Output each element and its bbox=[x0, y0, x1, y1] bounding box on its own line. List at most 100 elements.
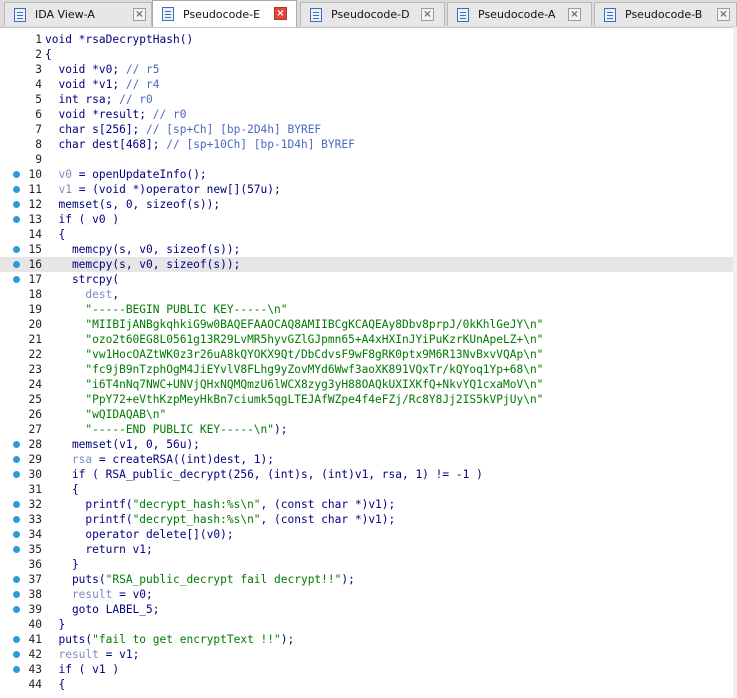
code-line[interactable]: 16 memcpy(s, v0, sizeof(s)); bbox=[0, 257, 737, 272]
code-text[interactable]: puts("fail to get encryptText !!"); bbox=[45, 632, 294, 647]
code-line[interactable]: 35 return v1; bbox=[0, 542, 737, 557]
code-text[interactable]: int rsa; // r0 bbox=[45, 92, 152, 107]
code-line[interactable]: 24 "i6T4nNq7NWC+UNVjQHxNQMQmzU6lWCX8zyg3… bbox=[0, 377, 737, 392]
breakpoint-marker-icon[interactable] bbox=[13, 261, 20, 268]
code-line[interactable]: 27 "-----END PUBLIC KEY-----\n"); bbox=[0, 422, 737, 437]
close-icon[interactable]: × bbox=[717, 8, 730, 21]
breakpoint-marker-icon[interactable] bbox=[13, 591, 20, 598]
code-text[interactable]: "MIIBIjANBgkqhkiG9w0BAQEFAAOCAQ8AMIIBCgK… bbox=[45, 317, 543, 332]
code-line[interactable]: 17 strcpy( bbox=[0, 272, 737, 287]
code-text[interactable]: memcpy(s, v0, sizeof(s)); bbox=[45, 257, 240, 272]
pseudocode-view[interactable]: 1 void *rsaDecryptHash() 2{3 void *v0; // … bbox=[0, 27, 737, 698]
code-line[interactable]: 3 void *v0; // r5 bbox=[0, 62, 737, 77]
code-line[interactable]: 15 memcpy(s, v0, sizeof(s)); bbox=[0, 242, 737, 257]
code-line[interactable]: 23 "fc9jB9nTzphOgM4JiEYvlV8FLhg9yZovMYd6… bbox=[0, 362, 737, 377]
code-line[interactable]: 5 int rsa; // r0 bbox=[0, 92, 737, 107]
code-line[interactable]: 21 "ozo2t60EG8L0561g13R29LvMR5hyvGZlGJpm… bbox=[0, 332, 737, 347]
code-line[interactable]: 18 dest, bbox=[0, 287, 737, 302]
code-text[interactable]: char dest[468]; // [sp+10Ch] [bp-1D4h] B… bbox=[45, 137, 354, 152]
code-text[interactable]: void *v1; // r4 bbox=[45, 77, 159, 92]
code-line[interactable]: 34 operator delete[](v0); bbox=[0, 527, 737, 542]
code-line[interactable]: 31 { bbox=[0, 482, 737, 497]
code-text[interactable]: "wQIDAQAB\n" bbox=[45, 407, 166, 422]
breakpoint-marker-icon[interactable] bbox=[13, 201, 20, 208]
code-text[interactable]: { bbox=[45, 47, 52, 62]
code-line[interactable]: 8 char dest[468]; // [sp+10Ch] [bp-1D4h]… bbox=[0, 137, 737, 152]
code-line[interactable]: 40 } bbox=[0, 617, 737, 632]
code-line[interactable]: 33 printf("decrypt_hash:%s\n", (const ch… bbox=[0, 512, 737, 527]
code-text[interactable]: if ( v0 ) bbox=[45, 212, 119, 227]
tab-pseudocode-d[interactable]: Pseudocode-D × bbox=[300, 2, 445, 26]
code-text[interactable]: "-----BEGIN PUBLIC KEY-----\n" bbox=[45, 302, 287, 317]
breakpoint-marker-icon[interactable] bbox=[13, 186, 20, 193]
vertical-scrollbar[interactable] bbox=[733, 27, 737, 698]
close-icon[interactable]: × bbox=[133, 8, 146, 21]
breakpoint-marker-icon[interactable] bbox=[13, 606, 20, 613]
code-line[interactable]: 28 memset(v1, 0, 56u); bbox=[0, 437, 737, 452]
code-line[interactable]: 10 v0 = openUpdateInfo(); bbox=[0, 167, 737, 182]
code-text[interactable]: void *rsaDecryptHash() bbox=[45, 32, 193, 47]
close-icon[interactable]: × bbox=[421, 8, 434, 21]
breakpoint-marker-icon[interactable] bbox=[13, 516, 20, 523]
breakpoint-marker-icon[interactable] bbox=[13, 531, 20, 538]
code-line[interactable]: 41 puts("fail to get encryptText !!"); bbox=[0, 632, 737, 647]
code-line[interactable]: 14 { bbox=[0, 227, 737, 242]
code-line[interactable]: 20 "MIIBIjANBgkqhkiG9w0BAQEFAAOCAQ8AMIIB… bbox=[0, 317, 737, 332]
tab-pseudocode-b[interactable]: Pseudocode-B × bbox=[594, 2, 737, 26]
breakpoint-marker-icon[interactable] bbox=[13, 456, 20, 463]
code-line[interactable]: 43 if ( v1 ) bbox=[0, 662, 737, 677]
code-text[interactable]: printf("decrypt_hash:%s\n", (const char … bbox=[45, 497, 395, 512]
breakpoint-marker-icon[interactable] bbox=[13, 576, 20, 583]
code-line[interactable]: 25 "PpY72+eVthKzpMeyHkBn7ciumk5qgLTEJAfW… bbox=[0, 392, 737, 407]
breakpoint-marker-icon[interactable] bbox=[13, 276, 20, 283]
code-text[interactable]: if ( RSA_public_decrypt(256, (int)s, (in… bbox=[45, 467, 483, 482]
code-text[interactable]: memset(v1, 0, 56u); bbox=[45, 437, 200, 452]
code-text[interactable]: } bbox=[45, 557, 79, 572]
code-line[interactable]: 9 bbox=[0, 152, 737, 167]
code-text[interactable]: return v1; bbox=[45, 542, 152, 557]
code-text[interactable]: if ( v1 ) bbox=[45, 662, 119, 677]
close-icon[interactable]: × bbox=[274, 7, 287, 20]
code-text[interactable]: puts("RSA_public_decrypt fail decrypt!!"… bbox=[45, 572, 355, 587]
code-line[interactable]: 12 memset(s, 0, sizeof(s)); bbox=[0, 197, 737, 212]
code-text[interactable]: goto LABEL_5; bbox=[45, 602, 160, 617]
breakpoint-marker-icon[interactable] bbox=[13, 651, 20, 658]
code-text[interactable]: "vw1HocOAZtWK0z3r26uA8kQYOKX9Qt/DbCdvsF9… bbox=[45, 347, 543, 362]
code-text[interactable]: "i6T4nNq7NWC+UNVjQHxNQMQmzU6lWCX8zyg3yH8… bbox=[45, 377, 543, 392]
code-line[interactable]: 2{ bbox=[0, 47, 737, 62]
code-text[interactable]: result = v1; bbox=[45, 647, 139, 662]
code-text[interactable]: char s[256]; // [sp+Ch] [bp-2D4h] BYREF bbox=[45, 122, 321, 137]
breakpoint-marker-icon[interactable] bbox=[13, 501, 20, 508]
code-text[interactable]: "ozo2t60EG8L0561g13R29LvMR5hyvGZlGJpmn65… bbox=[45, 332, 543, 347]
code-text[interactable]: { bbox=[45, 482, 79, 497]
code-line[interactable]: 6 void *result; // r0 bbox=[0, 107, 737, 122]
code-line[interactable]: 22 "vw1HocOAZtWK0z3r26uA8kQYOKX9Qt/DbCdv… bbox=[0, 347, 737, 362]
code-line[interactable]: 19 "-----BEGIN PUBLIC KEY-----\n" bbox=[0, 302, 737, 317]
code-text[interactable]: { bbox=[45, 227, 65, 242]
code-text[interactable]: void *result; // r0 bbox=[45, 107, 186, 122]
code-line[interactable]: 44 { bbox=[0, 677, 737, 692]
breakpoint-marker-icon[interactable] bbox=[13, 441, 20, 448]
tab-pseudocode-a[interactable]: Pseudocode-A × bbox=[447, 2, 592, 26]
code-line[interactable]: 26 "wQIDAQAB\n" bbox=[0, 407, 737, 422]
code-line[interactable]: 11 v1 = (void *)operator new[](57u); bbox=[0, 182, 737, 197]
code-text[interactable]: "PpY72+eVthKzpMeyHkBn7ciumk5qgLTEJAfWZpe… bbox=[45, 392, 543, 407]
code-line[interactable]: 30 if ( RSA_public_decrypt(256, (int)s, … bbox=[0, 467, 737, 482]
code-line[interactable]: 4 void *v1; // r4 bbox=[0, 77, 737, 92]
code-line[interactable]: 13 if ( v0 ) bbox=[0, 212, 737, 227]
tab-pseudocode-e[interactable]: Pseudocode-E × bbox=[152, 0, 297, 27]
code-line[interactable]: 37 puts("RSA_public_decrypt fail decrypt… bbox=[0, 572, 737, 587]
breakpoint-marker-icon[interactable] bbox=[13, 666, 20, 673]
code-text[interactable]: void *v0; // r5 bbox=[45, 62, 159, 77]
code-line[interactable]: 42 result = v1; bbox=[0, 647, 737, 662]
code-text[interactable]: "fc9jB9nTzphOgM4JiEYvlV8FLhg9yZovMYd6Wwf… bbox=[45, 362, 543, 377]
code-text[interactable]: memset(s, 0, sizeof(s)); bbox=[45, 197, 220, 212]
code-text[interactable]: rsa = createRSA((int)dest, 1); bbox=[45, 452, 274, 467]
code-line[interactable]: 7 char s[256]; // [sp+Ch] [bp-2D4h] BYRE… bbox=[0, 122, 737, 137]
breakpoint-marker-icon[interactable] bbox=[13, 171, 20, 178]
breakpoint-marker-icon[interactable] bbox=[13, 246, 20, 253]
code-line[interactable]: 36 } bbox=[0, 557, 737, 572]
code-line[interactable]: 39 goto LABEL_5; bbox=[0, 602, 737, 617]
tab-ida-view-a[interactable]: IDA View-A × bbox=[4, 2, 152, 26]
breakpoint-marker-icon[interactable] bbox=[13, 471, 20, 478]
